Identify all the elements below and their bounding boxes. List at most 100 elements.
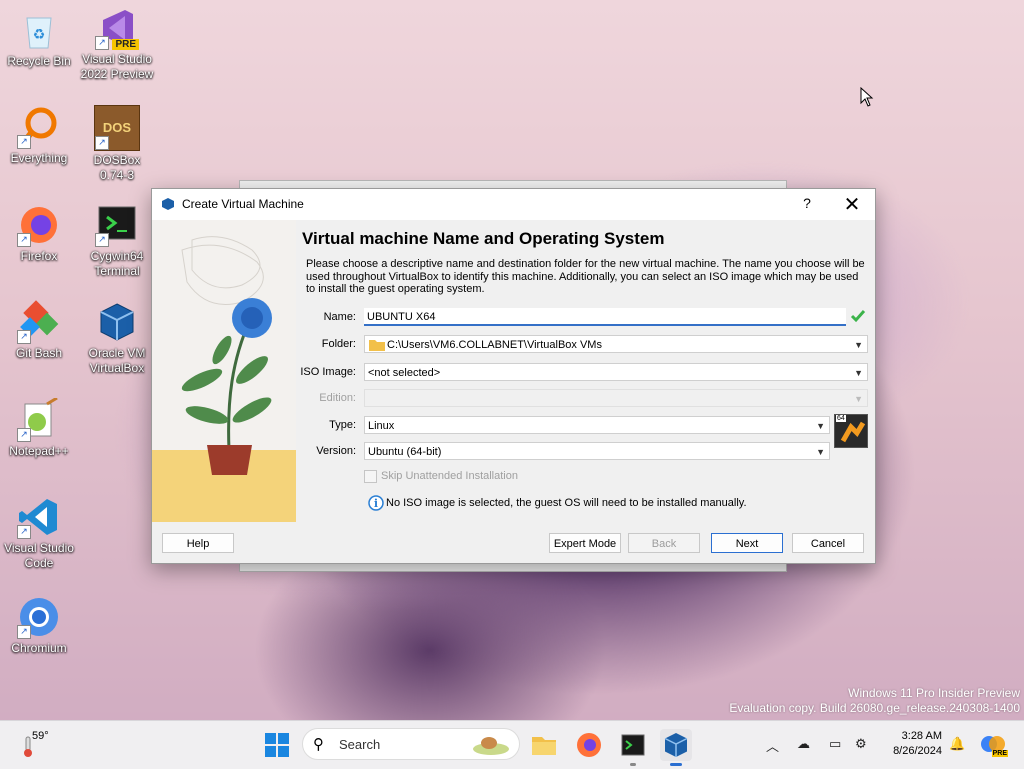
iso-row: ISO Image: <not selected> ▼ [300, 363, 872, 383]
language-icon[interactable]: ⚙ [855, 736, 867, 752]
skip-unattended-checkbox [364, 470, 377, 483]
everything-search-icon: ↗ [17, 105, 61, 149]
page-description: Please choose a descriptive name and des… [306, 258, 865, 295]
search-placeholder: Search [339, 737, 381, 752]
name-row: Name: UBUNTU X64 [302, 308, 872, 328]
expert-mode-button[interactable]: Expert Mode [549, 533, 621, 553]
desktop-icon-label: Visual Studio Code [4, 541, 74, 570]
show-hidden-icons-chevron-icon[interactable]: ︿ [766, 736, 779, 755]
desktop-icon-label: DOSBox 0.74-3 [93, 153, 141, 182]
clock[interactable]: 3:28 AM 8/26/2024 [880, 729, 942, 759]
help-question-button[interactable]: ? [797, 195, 817, 211]
search-highlight-icon [473, 737, 509, 755]
firefox-icon: ↗ [17, 203, 61, 247]
skip-unattended-label: Skip Unattended Installation [381, 470, 518, 482]
desktop-icon-cygwin64-terminal[interactable]: ↗ Cygwin64 Terminal [79, 203, 155, 279]
weather-widget[interactable]: 59° [20, 728, 60, 762]
version-value: Ubuntu (64-bit) [368, 446, 442, 458]
chromium-icon: ↗ [17, 595, 61, 639]
desktop-icon-git-bash[interactable]: ↗ Git Bash [1, 300, 77, 361]
windows-watermark: Windows 11 Pro Insider Preview Evaluatio… [729, 686, 1020, 716]
desktop-icon-everything[interactable]: ↗ Everything [1, 105, 77, 166]
next-button[interactable]: Next [711, 533, 783, 553]
virtualbox-icon [95, 300, 139, 344]
active-indicator [670, 763, 682, 766]
create-vm-dialog: Create Virtual Machine ? ✕ Virtual machi… [151, 188, 876, 564]
close-button[interactable]: ✕ [840, 192, 864, 217]
taskbar-firefox[interactable] [573, 729, 605, 761]
folder-label: Folder: [321, 338, 356, 350]
folder-row: Folder: C:\Users\VM6.COLLABNET\VirtualBo… [302, 335, 872, 355]
edition-row: Edition: ▼ [302, 389, 872, 409]
desktop-icon-label: Recycle Bin [7, 54, 71, 68]
vscode-icon: ↗ [17, 495, 61, 539]
desktop-icon-oracle-vm-virtualbox[interactable]: Oracle VM VirtualBox [79, 300, 155, 376]
taskbar-virtualbox[interactable] [660, 729, 692, 766]
desktop-icon-recycle-bin[interactable]: ♻ Recycle Bin [1, 8, 77, 69]
desktop-icon-visual-studio-code[interactable]: ↗ Visual Studio Code [1, 495, 77, 571]
desktop-icon-label: Cygwin64 Terminal [90, 249, 144, 278]
iso-value: <not selected> [368, 367, 441, 379]
back-button[interactable]: Back [628, 533, 700, 553]
notepadpp-icon: ↗ [17, 396, 61, 442]
name-input[interactable]: UBUNTU X64 [364, 308, 846, 326]
recycle-bin-icon: ♻ [17, 8, 61, 52]
taskbar-search[interactable]: ⚲ Search [302, 728, 520, 760]
os-bits-badge: 64 [836, 415, 846, 422]
checkmark-icon [850, 310, 866, 323]
virtualbox-icon [162, 198, 174, 210]
virtualbox-icon [664, 733, 688, 757]
mouse-cursor-icon [860, 87, 874, 107]
shortcut-arrow-icon: ↗ [17, 525, 31, 539]
clock-time: 3:28 AM [901, 730, 942, 742]
desktop-icon-label: Git Bash [15, 346, 63, 360]
type-label: Type: [329, 419, 356, 431]
folder-icon [532, 737, 556, 755]
iso-image-select[interactable]: <not selected> ▼ [364, 363, 868, 381]
version-select[interactable]: Ubuntu (64-bit) ▼ [364, 442, 830, 460]
desktop-icon-dosbox[interactable]: DOS ↗ DOSBox 0.74-3 [79, 105, 155, 183]
dialog-titlebar[interactable]: Create Virtual Machine ? ✕ [152, 189, 875, 220]
desktop-icon-notepadpp[interactable]: ↗ Notepad++ [1, 396, 77, 459]
terminal-icon: ↗ [95, 203, 139, 247]
folder-select[interactable]: C:\Users\VM6.COLLABNET\VirtualBox VMs ▼ [364, 335, 868, 353]
desktop-icon-chromium[interactable]: ↗ Chromium [1, 595, 77, 656]
git-bash-icon: ↗ [17, 300, 61, 344]
copilot-button[interactable]: PRE [980, 731, 1008, 757]
iso-label: ISO Image: [300, 366, 356, 378]
weather-temperature: 59° [32, 730, 49, 742]
version-row: Version: Ubuntu (64-bit) ▼ [302, 442, 872, 462]
notification-bell-icon[interactable]: 🔔 [949, 736, 965, 752]
shortcut-arrow-icon: ↗ [95, 36, 109, 50]
page-heading: Virtual machine Name and Operating Syste… [302, 229, 665, 248]
desktop-icon-label: Oracle VM VirtualBox [88, 346, 146, 375]
shortcut-arrow-icon: ↗ [95, 233, 109, 247]
start-button[interactable] [261, 729, 293, 761]
shortcut-arrow-icon: ↗ [17, 330, 31, 344]
desktop-icon-label: Firefox [20, 249, 58, 263]
svg-text:♻: ♻ [33, 26, 46, 42]
watermark-build: Evaluation copy. Build 26080.ge_release.… [729, 701, 1020, 715]
shortcut-arrow-icon: ↗ [17, 625, 31, 639]
edition-label: Edition: [319, 392, 356, 404]
clock-date: 8/26/2024 [893, 745, 942, 757]
taskbar-file-explorer[interactable] [528, 729, 560, 761]
taskbar-terminal[interactable] [617, 729, 649, 766]
help-button[interactable]: Help [162, 533, 234, 553]
desktop-icon-firefox[interactable]: ↗ Firefox [1, 203, 77, 264]
windows-logo-icon [265, 733, 289, 757]
display-icon[interactable]: ▭ [829, 736, 841, 752]
desktop-icon-label: Chromium [11, 641, 67, 655]
pre-badge: PRE [112, 39, 139, 50]
cancel-button[interactable]: Cancel [792, 533, 864, 553]
info-icon: i [368, 495, 384, 511]
dialog-title: Create Virtual Machine [182, 197, 304, 211]
shortcut-arrow-icon: ↗ [17, 135, 31, 149]
terminal-icon [621, 734, 645, 756]
type-select[interactable]: Linux ▼ [364, 416, 830, 434]
onedrive-icon[interactable]: ☁ [797, 736, 810, 752]
version-label: Version: [316, 445, 356, 457]
desktop-icon-visual-studio-2022[interactable]: PRE ↗ Visual Studio 2022 Preview [79, 6, 155, 82]
shortcut-arrow-icon: ↗ [17, 428, 31, 442]
chevron-down-icon: ▼ [854, 340, 863, 350]
